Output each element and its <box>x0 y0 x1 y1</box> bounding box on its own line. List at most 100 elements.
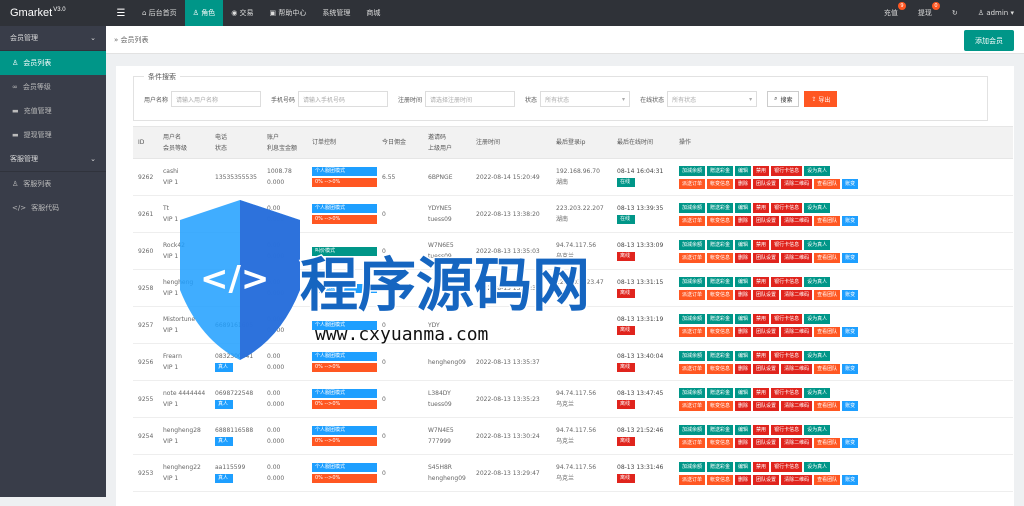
action-button[interactable]: 设为真人 <box>804 165 831 176</box>
action-button[interactable]: 清除二维码 <box>781 363 813 374</box>
admin-user-menu[interactable]: ♙ admin ▾ <box>968 0 1024 26</box>
action-button[interactable]: 编辑 <box>735 313 752 324</box>
action-button[interactable]: 编辑 <box>735 350 752 361</box>
action-button[interactable]: 银行卡信息 <box>771 424 803 435</box>
action-button[interactable]: 清除二维码 <box>781 474 813 485</box>
order-ratio-badge[interactable]: 0% -->0% <box>312 363 377 372</box>
action-button[interactable]: 删除 <box>735 363 752 374</box>
action-button[interactable]: 帐变信息 <box>707 326 734 337</box>
sidebar-item-member-list[interactable]: ♙ 会员列表 <box>0 51 106 75</box>
action-button[interactable]: 银行卡信息 <box>771 313 803 324</box>
export-button[interactable]: ⇪ 导出 <box>804 91 838 107</box>
action-button[interactable]: 赠送彩金 <box>707 387 734 398</box>
action-button[interactable]: 编辑 <box>735 424 752 435</box>
action-button[interactable]: 派送订单 <box>679 437 706 448</box>
action-button[interactable]: 团队设置 <box>753 400 780 411</box>
action-button[interactable]: 加減余額 <box>679 313 706 324</box>
action-button[interactable]: 赠送彩金 <box>707 239 734 250</box>
action-button[interactable]: 设为真人 <box>804 202 831 213</box>
action-button[interactable]: 帐变信息 <box>707 474 734 485</box>
order-mode-badge[interactable]: 叫价模式 <box>312 246 377 256</box>
action-button[interactable]: 赠送彩金 <box>707 165 734 176</box>
action-button[interactable]: 加減余額 <box>679 387 706 398</box>
action-button[interactable]: 银行卡信息 <box>771 276 803 287</box>
action-button[interactable]: 赠送彩金 <box>707 276 734 287</box>
action-button[interactable]: 设为真人 <box>804 313 831 324</box>
action-button[interactable]: 银行卡信息 <box>771 387 803 398</box>
sidebar-group-service[interactable]: 客服管理 ⌄ <box>0 147 106 172</box>
order-mode-badge[interactable]: 个人服团模式 <box>312 320 377 330</box>
action-button[interactable]: 加減余額 <box>679 165 706 176</box>
action-button[interactable]: 赠送彩金 <box>707 350 734 361</box>
action-button[interactable]: 删除 <box>735 178 752 189</box>
action-button[interactable]: 派送订单 <box>679 215 706 226</box>
action-button[interactable]: 编辑 <box>735 276 752 287</box>
action-button[interactable]: 团队设置 <box>753 178 780 189</box>
order-mode-badge[interactable]: 个人服团模式 <box>312 283 377 293</box>
action-button[interactable]: 删除 <box>735 474 752 485</box>
action-button[interactable]: 银行卡信息 <box>771 165 803 176</box>
action-button[interactable]: 删除 <box>735 289 752 300</box>
action-button[interactable]: 帐变信息 <box>707 178 734 189</box>
order-ratio-badge[interactable]: 0% -->0% <box>312 437 377 446</box>
action-button[interactable]: 账变 <box>842 400 859 411</box>
action-button[interactable]: 团队设置 <box>753 289 780 300</box>
action-button[interactable]: 设为真人 <box>804 461 831 472</box>
action-button[interactable]: 派送订单 <box>679 326 706 337</box>
action-button[interactable]: 删除 <box>735 400 752 411</box>
action-button[interactable]: 清除二维码 <box>781 400 813 411</box>
order-mode-badge[interactable]: 个人服团模式 <box>312 204 377 213</box>
action-button[interactable]: 派送订单 <box>679 178 706 189</box>
action-button[interactable]: 设为真人 <box>804 239 831 250</box>
topnav-item-5[interactable]: 商城 <box>358 0 388 26</box>
order-mode-badge[interactable]: 个人服团模式 <box>312 352 377 361</box>
action-button[interactable]: 派送订单 <box>679 400 706 411</box>
action-button[interactable]: 查看团队 <box>814 474 841 485</box>
online-status-select[interactable]: 所有状态 ▾ <box>667 91 758 107</box>
phone-input[interactable]: 请输入手机号码 <box>298 91 389 107</box>
order-mode-badge[interactable]: 个人服团模式 <box>312 426 377 435</box>
refresh-icon[interactable]: ↻ <box>942 0 968 26</box>
action-button[interactable]: 禁用 <box>753 313 770 324</box>
action-button[interactable]: 删除 <box>735 252 752 263</box>
order-ratio-badge[interactable]: 0% -->0% <box>312 474 377 483</box>
action-button[interactable]: 禁用 <box>753 424 770 435</box>
action-button[interactable]: 帐变信息 <box>707 437 734 448</box>
action-button[interactable]: 编辑 <box>735 165 752 176</box>
action-button[interactable]: 查看团队 <box>814 289 841 300</box>
action-button[interactable]: 禁用 <box>753 239 770 250</box>
action-button[interactable]: 银行卡信息 <box>771 202 803 213</box>
action-button[interactable]: 帐变信息 <box>707 400 734 411</box>
action-button[interactable]: 禁用 <box>753 387 770 398</box>
topnav-item-1[interactable]: ♙ 角色 <box>184 0 224 26</box>
topnav-item-3[interactable]: ▣ 帮助中心 <box>262 0 315 26</box>
add-member-button[interactable]: 添加会员 <box>964 30 1014 51</box>
action-button[interactable]: 团队设置 <box>753 437 780 448</box>
action-button[interactable]: 赠送彩金 <box>707 424 734 435</box>
action-button[interactable]: 清除二维码 <box>781 437 813 448</box>
action-button[interactable]: 团队设置 <box>753 215 780 226</box>
action-button[interactable]: 账变 <box>842 326 859 337</box>
action-button[interactable]: 赠送彩金 <box>707 461 734 472</box>
action-button[interactable]: 团队设置 <box>753 326 780 337</box>
action-button[interactable]: 账变 <box>842 178 859 189</box>
action-button[interactable]: 编辑 <box>735 239 752 250</box>
action-button[interactable]: 团队设置 <box>753 474 780 485</box>
order-mode-badge[interactable]: 个人服团模式 <box>312 167 377 176</box>
action-button[interactable]: 设为真人 <box>804 350 831 361</box>
action-button[interactable]: 银行卡信息 <box>771 239 803 250</box>
action-button[interactable]: 加減余額 <box>679 461 706 472</box>
action-button[interactable]: 派送订单 <box>679 363 706 374</box>
action-button[interactable]: 编辑 <box>735 202 752 213</box>
action-button[interactable]: 清除二维码 <box>781 252 813 263</box>
action-button[interactable]: 账变 <box>842 363 859 374</box>
topnav-item-0[interactable]: ⌂ 后台首页 <box>134 0 185 26</box>
action-button[interactable]: 账变 <box>842 215 859 226</box>
order-ratio-badge[interactable]: 0% -->0% <box>312 400 377 409</box>
action-button[interactable]: 清除二维码 <box>781 215 813 226</box>
action-button[interactable]: 加減余額 <box>679 424 706 435</box>
action-button[interactable]: 设为真人 <box>804 276 831 287</box>
menu-toggle-icon[interactable]: ☰ <box>114 0 128 26</box>
action-button[interactable]: 禁用 <box>753 350 770 361</box>
action-button[interactable]: 账变 <box>842 252 859 263</box>
